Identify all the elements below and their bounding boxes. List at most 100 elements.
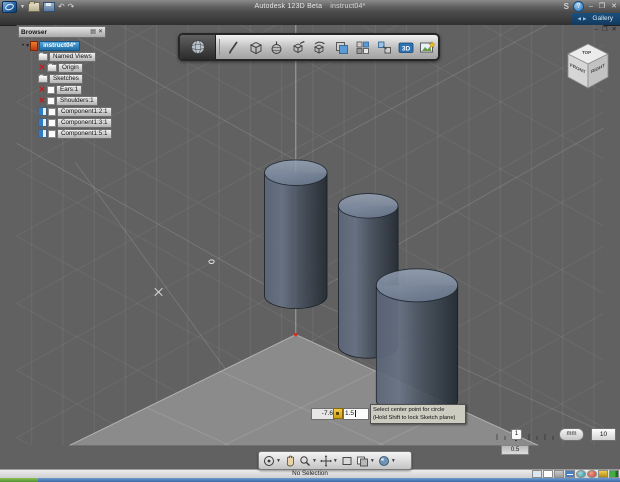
component-visible-icon[interactable] (38, 107, 47, 116)
hidden-red-x-icon[interactable]: ✕ (38, 96, 46, 105)
grid-size-input[interactable]: 10 (591, 428, 616, 441)
zoom-button[interactable]: ▼ (298, 453, 318, 468)
y-coordinate-input[interactable]: 1.5 (343, 408, 369, 420)
gallery-tab-label[interactable]: Gallery (588, 13, 617, 25)
component-visible-icon[interactable] (38, 118, 47, 127)
combine-tool-button[interactable] (352, 37, 373, 57)
toolbar-separator (219, 39, 221, 55)
app-logo-icon[interactable] (2, 0, 17, 13)
gallery-tab[interactable]: ◀ ▶ Gallery (572, 13, 620, 25)
tree-item-ears[interactable]: ✕ Ears:1 (38, 84, 106, 95)
error-status-icon[interactable] (587, 469, 597, 478)
wireframe-sphere-icon (190, 40, 205, 54)
browser-panel-header[interactable]: Browser ▤ ✕ (18, 26, 106, 38)
redo-icon[interactable]: ↷ (68, 2, 75, 11)
hidden-red-x-icon[interactable]: ✕ (38, 63, 46, 72)
gallery-arrow-right-icon[interactable]: ▶ (583, 16, 586, 22)
units-selector[interactable]: mm (559, 428, 584, 441)
primitive-sphere-button[interactable] (266, 37, 287, 57)
printer-icon[interactable] (554, 469, 564, 478)
sketch-tool-button[interactable] (223, 37, 244, 57)
app-menu-sphere-button[interactable] (180, 35, 217, 59)
tree-item-label[interactable]: Component1:2:1 (57, 106, 112, 117)
primitive-box-button[interactable] (245, 37, 266, 57)
x-coordinate-input[interactable]: -7.6 (311, 408, 335, 420)
checkbox-icon[interactable] (48, 118, 56, 127)
tree-item-label[interactable]: Origin (58, 62, 83, 73)
checkbox-icon[interactable] (48, 129, 56, 138)
orbit-button[interactable]: ▼ (262, 453, 282, 468)
material-style-button[interactable]: ▼ (377, 453, 397, 468)
origin-point[interactable] (294, 332, 298, 337)
snap-value[interactable]: 0.5 (501, 445, 529, 455)
checkbox-icon[interactable] (47, 96, 55, 105)
minimize-button[interactable]: – (588, 1, 594, 12)
fit-view-button[interactable]: ▼ (319, 453, 339, 468)
checkbox-icon[interactable] (48, 107, 56, 116)
view-cube[interactable]: TOP FRONT RIGHT (562, 40, 614, 92)
taskbar-edge (0, 478, 620, 482)
look-at-button[interactable] (340, 453, 354, 468)
doc-minimize-button[interactable]: – (594, 26, 598, 34)
warning-status-icon[interactable] (598, 469, 608, 478)
doc-close-button[interactable]: ✕ (612, 26, 617, 34)
undo-icon[interactable]: ↶ (58, 2, 65, 11)
dropdown-caret-icon[interactable]: ▼ (333, 458, 338, 464)
pan-button[interactable] (283, 453, 297, 468)
layout-icon[interactable] (565, 469, 575, 478)
revolve-tool-button[interactable] (309, 37, 330, 57)
panel-menu-icon[interactable]: ▤ (90, 28, 96, 36)
tree-item-component-2[interactable]: Component1:3:1 (38, 117, 112, 128)
dropdown-caret-icon[interactable]: ▼ (312, 458, 317, 464)
tree-item-component-1[interactable]: Component1:2:1 (38, 106, 112, 117)
panel-close-icon[interactable]: ✕ (98, 28, 103, 36)
scale-marker-value[interactable]: 1 (511, 429, 522, 440)
app-menu-caret-icon[interactable]: ▼ (20, 2, 25, 12)
tree-item-label[interactable]: Component1:5:1 (57, 128, 112, 139)
close-button[interactable]: ✕ (610, 1, 618, 12)
sign-in-icon[interactable]: S (564, 2, 569, 11)
command-tooltip: Select center point for circle (Hold Shi… (370, 404, 466, 424)
gallery-arrow-left-icon[interactable]: ◀ (577, 16, 580, 22)
tree-item-sketches[interactable]: Sketches (38, 73, 106, 84)
group-tool-button[interactable] (374, 37, 395, 57)
tree-item-label[interactable]: Shoulders:1 (56, 95, 98, 106)
text-cursor (355, 409, 357, 417)
sync-status-icon[interactable] (576, 469, 586, 478)
tree-item-named-views[interactable]: Named Views (38, 51, 106, 62)
component-visible-icon[interactable] (38, 129, 47, 138)
checkbox-icon[interactable] (47, 85, 55, 94)
tree-item-shoulders[interactable]: ✕ Shoulders:1 (38, 95, 106, 106)
sketch-pencil-icon (229, 41, 239, 54)
open-file-icon[interactable] (27, 0, 40, 12)
sphere-pin-icon (271, 41, 282, 54)
tree-item-label[interactable]: Component1:3:1 (57, 117, 112, 128)
tree-item-root[interactable]: • ▼ instruct04* (22, 40, 106, 51)
tree-item-component-3[interactable]: Component1:5:1 (38, 128, 112, 139)
tree-item-label[interactable]: Ears:1 (56, 84, 83, 95)
dropdown-caret-icon[interactable]: ▼ (276, 458, 281, 464)
cylinder-3[interactable] (375, 268, 459, 417)
dropdown-caret-icon[interactable]: ▼ (391, 458, 396, 464)
save-icon[interactable] (42, 1, 55, 12)
selection-filter-icon[interactable] (532, 469, 542, 478)
lock-icon[interactable] (333, 408, 343, 419)
health-meter-icon[interactable] (609, 469, 619, 478)
cylinder-1[interactable] (264, 159, 328, 309)
insert-picture-button[interactable] (417, 37, 438, 57)
tree-item-label[interactable]: Sketches (49, 73, 83, 84)
hidden-red-x-icon[interactable]: ✕ (38, 85, 46, 94)
document-status-icon[interactable] (543, 469, 553, 478)
tree-item-label[interactable]: instruct04* (39, 40, 80, 51)
display-style-button[interactable]: ▼ (355, 453, 376, 468)
tree-item-label[interactable]: Named Views (49, 51, 96, 62)
pattern-tool-button[interactable] (331, 37, 352, 57)
help-icon[interactable]: ? (572, 1, 584, 12)
document-name: instruct04* (330, 3, 366, 10)
dropdown-caret-icon[interactable]: ▼ (370, 458, 375, 464)
move-tool-button[interactable] (288, 37, 309, 57)
doc-restore-button[interactable]: ❒ (602, 26, 608, 34)
restore-button[interactable]: ❒ (598, 1, 606, 12)
text-3d-button[interactable]: 3D (395, 37, 416, 57)
tree-item-origin[interactable]: ✕ Origin (38, 62, 106, 73)
